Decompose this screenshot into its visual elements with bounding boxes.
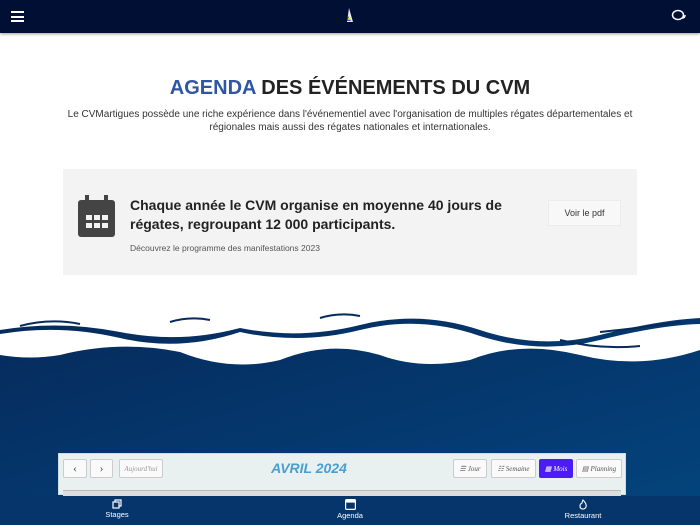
info-card: Chaque année le CVM organise en moyenne … xyxy=(63,169,637,275)
title-rest: DES ÉVÉNEMENTS DU CVM xyxy=(255,77,531,99)
flame-icon xyxy=(579,499,587,510)
view-label: Jour xyxy=(467,464,481,473)
grid-icon: ▦ xyxy=(544,464,552,473)
planning-icon: ▤ xyxy=(581,464,589,473)
view-label: Planning xyxy=(590,464,617,473)
card-title: Chaque année le CVM organise en moyenne … xyxy=(130,197,502,232)
hamburger-icon[interactable] xyxy=(11,11,24,22)
list-icon: ☷ xyxy=(497,464,504,473)
chat-bubbles-icon[interactable] xyxy=(671,9,687,23)
page-title: AGENDA DES ÉVÉNEMENTS DU CVM xyxy=(0,77,700,100)
list-icon: ☰ xyxy=(459,464,466,473)
bottom-nav: Stages Agenda Restaurant xyxy=(0,496,700,525)
calendar-icon xyxy=(78,195,115,237)
next-month-button[interactable]: › xyxy=(90,459,113,478)
view-label: Semaine xyxy=(505,464,530,473)
view-week-button[interactable]: ☷ Semaine xyxy=(491,459,536,478)
today-button[interactable]: Aujourd'hui xyxy=(119,459,163,478)
card-subtitle: Découvrez le programme des manifestation… xyxy=(130,243,320,253)
view-pdf-button[interactable]: Voir le pdf xyxy=(548,200,621,226)
nav-agenda[interactable]: Agenda xyxy=(310,499,390,520)
top-bar xyxy=(0,0,700,33)
view-label: Mois xyxy=(553,464,568,473)
nav-label: Restaurant xyxy=(564,511,602,520)
sailboat-logo[interactable] xyxy=(343,7,357,25)
nav-restaurant[interactable]: Restaurant xyxy=(543,499,623,520)
nav-stages[interactable]: Stages xyxy=(77,499,157,519)
title-accent: AGENDA xyxy=(169,77,256,99)
nav-label: Stages xyxy=(105,510,129,519)
view-day-button[interactable]: ☰ Jour xyxy=(453,459,487,478)
prev-month-button[interactable]: ‹ xyxy=(63,459,87,478)
view-planning-button[interactable]: ▤ Planning xyxy=(576,459,622,478)
current-month: AVRIL 2024 xyxy=(271,460,347,476)
copy-icon xyxy=(112,499,122,509)
view-month-button[interactable]: ▦ Mois xyxy=(539,459,573,478)
calendar-icon xyxy=(344,499,356,510)
calendar-toolbar: ‹ › Aujourd'hui AVRIL 2024 ☰ Jour ☷ Semain… xyxy=(58,453,626,496)
nav-label: Agenda xyxy=(337,511,363,520)
intro-text: Le CVMartigues possède une riche expérie… xyxy=(67,109,633,133)
